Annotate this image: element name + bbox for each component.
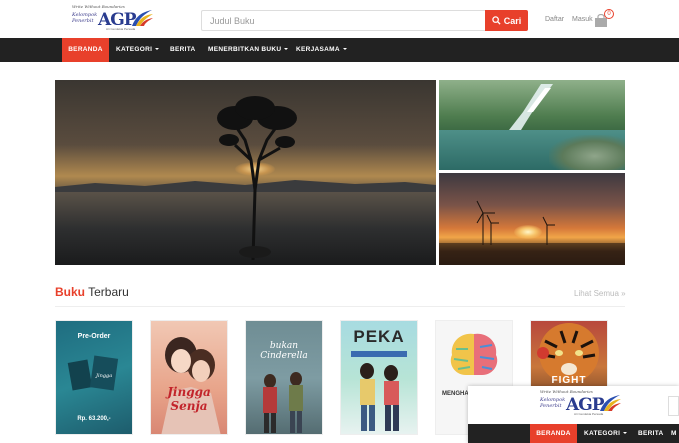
nav-item-berita[interactable]: BERITA [638, 424, 664, 443]
hero-banner-waterfall[interactable] [439, 80, 625, 170]
search-button-label: Cari [503, 15, 522, 26]
nav-item-kategori[interactable]: KATEGORI [584, 424, 628, 443]
logo-tagline: Write Without Boundaries [540, 389, 593, 394]
cart-button[interactable]: 0 [594, 9, 616, 32]
logo-left-text: Kelompok Penerbit [540, 397, 565, 409]
book-cover: Pre-Order Jingga Rp. 63.200,- [56, 321, 132, 434]
nav-item-kategori[interactable]: KATEGORI [116, 38, 160, 62]
svg-text:Jingga: Jingga [95, 373, 112, 379]
nav-item-label: KATEGORI [116, 46, 153, 53]
auth-links: Daftar Masuk [545, 16, 599, 23]
nav-item-label: KATEGORI [584, 430, 621, 437]
book-card[interactable]: PEKA [340, 320, 418, 435]
nav-item-label: BERITA [170, 46, 196, 53]
nav-item-more[interactable]: M [671, 424, 677, 443]
cart-count-badge: 0 [604, 9, 614, 19]
site-logo[interactable]: Write Without Boundaries Kelompok Penerb… [72, 4, 153, 32]
book-cover: Jingga Senja [151, 321, 227, 434]
caret-down-icon [284, 48, 289, 51]
book-price: Rp. 63.200,- [77, 416, 111, 422]
book-cover-title: Jingga Senja [167, 385, 211, 413]
main-nav: BERANDA KATEGORI BERITA MENERBITKAN BUKU… [0, 38, 679, 62]
nav-item-label: M [671, 430, 677, 437]
sticky-nav: BERANDA KATEGORI BERITA M [468, 424, 679, 443]
nav-item-label: MENERBITKAN BUKU [208, 46, 282, 53]
brain-illustration-icon [450, 333, 498, 375]
book-cover-title: FIGHT [551, 375, 587, 386]
waterfall-rocks [549, 135, 625, 170]
see-all-link[interactable]: Lihat Semua » [574, 289, 626, 298]
nav-item-menerbitkan-buku[interactable]: MENERBITKAN BUKU [208, 38, 289, 62]
book-cover-art [161, 337, 221, 434]
search-input[interactable] [201, 10, 485, 31]
hero-banner-windmills[interactable] [439, 173, 625, 265]
book-cover-art [263, 372, 303, 433]
nav-item-label: BERANDA [536, 430, 571, 437]
book-card[interactable]: Pre-Order Jingga Rp. 63.200,- [55, 320, 133, 435]
book-badge-icon [537, 347, 549, 359]
sticky-header-preview: Write Without Boundaries Kelompok Penerb… [468, 386, 679, 443]
book-cover-title: bukan Cinderella [260, 341, 308, 361]
nav-item-beranda[interactable]: BERANDA [530, 424, 577, 443]
hero-banner-main[interactable] [55, 80, 436, 265]
search-button[interactable]: Cari [485, 10, 528, 31]
register-link[interactable]: Daftar [545, 16, 564, 23]
caret-down-icon [623, 432, 628, 435]
book-cover-art [360, 363, 399, 431]
book-card[interactable]: bukan Cinderella [245, 320, 323, 435]
search-bar: Cari [201, 10, 528, 31]
sticky-logo[interactable]: Write Without Boundaries Kelompok Penerb… [540, 389, 621, 417]
login-link[interactable]: Masuk [572, 16, 593, 23]
section-divider [55, 306, 625, 307]
logo-left-line2: Penerbit [72, 18, 94, 24]
site-header: Write Without Boundaries Kelompok Penerb… [0, 0, 679, 38]
book-cover-title: PEKA [353, 327, 405, 346]
book-cover-banner [351, 351, 407, 357]
book-card[interactable]: Jingga Senja [150, 320, 228, 435]
hero-tree-image [217, 96, 297, 260]
waterfall-image [509, 84, 553, 130]
logo-left-line2: Penerbit [540, 403, 562, 409]
windmills-image [439, 200, 625, 265]
nav-item-label: BERITA [638, 430, 664, 437]
nav-item-label: KERJASAMA [296, 46, 340, 53]
book-cover-art: Jingga [67, 355, 119, 391]
logo-swoosh-icon [600, 395, 621, 411]
nav-item-kerjasama[interactable]: KERJASAMA [296, 38, 347, 62]
section-title: Buku Terbaru [55, 285, 129, 299]
caret-down-icon [342, 48, 347, 51]
logo-swoosh-icon [132, 10, 153, 26]
nav-item-beranda[interactable]: BERANDA [62, 38, 109, 62]
nav-item-berita[interactable]: BERITA [170, 38, 196, 62]
book-cover: bukan Cinderella [246, 321, 322, 434]
caret-down-icon [155, 48, 160, 51]
logo-left-text: Kelompok Penerbit [72, 12, 97, 24]
book-cover: PEKA [341, 321, 417, 434]
sticky-search-input[interactable] [668, 396, 679, 416]
nav-item-label: BERANDA [68, 46, 103, 53]
logo-tagline: Write Without Boundaries [72, 4, 125, 9]
search-icon [492, 16, 501, 25]
section-title-accent: Buku [55, 285, 85, 299]
section-title-rest: Terbaru [88, 285, 129, 299]
book-cover-title: Pre-Order [77, 333, 111, 340]
